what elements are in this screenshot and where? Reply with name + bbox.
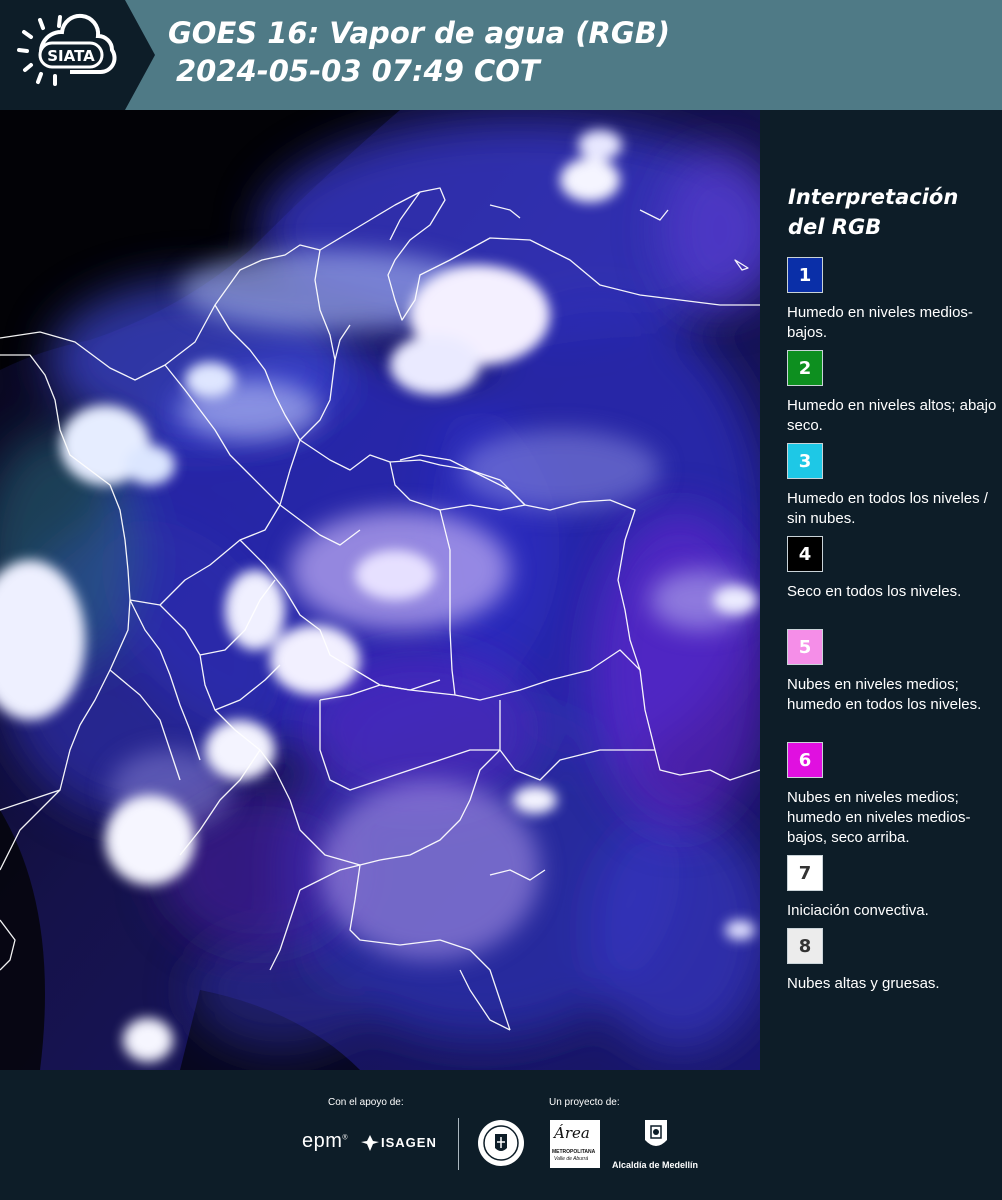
legend-text-6: Nubes en niveles medios; humedo en nivel… — [787, 789, 971, 846]
legend-item-6: 6 Nubes en niveles medios; humedo en niv… — [787, 742, 997, 848]
legend-item-7: 7 Iniciación convectiva. — [787, 855, 997, 921]
epm-logo-text: epm — [302, 1130, 343, 1152]
legend-text-4: Seco en todos los niveles. — [787, 583, 962, 600]
metropolitana-sub: METROPOLITANA — [552, 1149, 596, 1155]
epm-logo: epm® — [302, 1130, 348, 1153]
legend-swatch-8: 8 — [787, 928, 823, 964]
title-line-2: 2024-05-03 07:49 COT — [176, 54, 540, 88]
legend-swatch-7: 7 — [787, 855, 823, 891]
legend-swatch-3: 3 — [787, 443, 823, 479]
legend-item-8: 8 Nubes altas y gruesas. — [787, 928, 997, 994]
legend-text-7: Iniciación convectiva. — [787, 902, 929, 919]
seal-logo — [478, 1120, 524, 1166]
header: SIATA GOES 16: Vapor de agua (RGB) 2024-… — [0, 0, 1002, 110]
map-image — [0, 110, 760, 1070]
logo-text: SIATA — [47, 47, 95, 65]
legend-text-5: Nubes en niveles medios; humedo en todos… — [787, 676, 982, 713]
project-label: Un proyecto de: — [549, 1097, 620, 1108]
isagen-icon — [361, 1135, 379, 1151]
legend-swatch-6: 6 — [787, 742, 823, 778]
footer: Con el apoyo de: Un proyecto de: epm® IS… — [0, 1070, 1002, 1200]
legend-item-1: 1 Humedo en niveles medios-bajos. — [787, 257, 997, 343]
legend-swatch-1: 1 — [787, 257, 823, 293]
metropolitana-logo: Área METROPOLITANA Valle de Aburrá — [550, 1120, 600, 1168]
satellite-map[interactable] — [0, 110, 760, 1070]
alcaldia-shield-icon — [645, 1120, 667, 1146]
metropolitana-title: Área — [554, 1124, 590, 1142]
footer-divider — [458, 1118, 459, 1170]
legend-text-3: Humedo en todos los niveles / sin nubes. — [787, 490, 988, 527]
legend-item-2: 2 Humedo en niveles altos; abajo seco. — [787, 350, 997, 436]
legend-title: Interpretación del RGB — [788, 185, 959, 239]
alcaldia-logo-text: Alcaldía de Medellín — [612, 1160, 699, 1170]
legend-text-8: Nubes altas y gruesas. — [787, 975, 940, 992]
legend-swatch-5: 5 — [787, 629, 823, 665]
metropolitana-sub2: Valle de Aburrá — [554, 1156, 589, 1162]
legend-swatch-2: 2 — [787, 350, 823, 386]
legend-item-5: 5 Nubes en niveles medios; humedo en tod… — [787, 629, 997, 715]
legend-text-1: Humedo en niveles medios-bajos. — [787, 304, 973, 341]
title-line-1: GOES 16: Vapor de agua (RGB) — [168, 16, 671, 50]
siata-logo-block: SIATA — [0, 0, 155, 110]
isagen-logo-text: ISAGEN — [381, 1135, 437, 1150]
legend-text-2: Humedo en niveles altos; abajo seco. — [787, 397, 997, 434]
legend-item-3: 3 Humedo en todos los niveles / sin nube… — [787, 443, 997, 529]
page-title: GOES 16: Vapor de agua (RGB) 2024-05-03 … — [168, 14, 670, 90]
registered-mark: ® — [342, 1134, 349, 1142]
support-label: Con el apoyo de: — [328, 1097, 404, 1108]
legend-panel: Interpretación del RGB 1 Humedo en nivel… — [760, 110, 1002, 1070]
page: SIATA GOES 16: Vapor de agua (RGB) 2024-… — [0, 0, 1002, 1200]
legend-item-4: 4 Seco en todos los niveles. — [787, 536, 997, 602]
legend-swatch-4: 4 — [787, 536, 823, 572]
